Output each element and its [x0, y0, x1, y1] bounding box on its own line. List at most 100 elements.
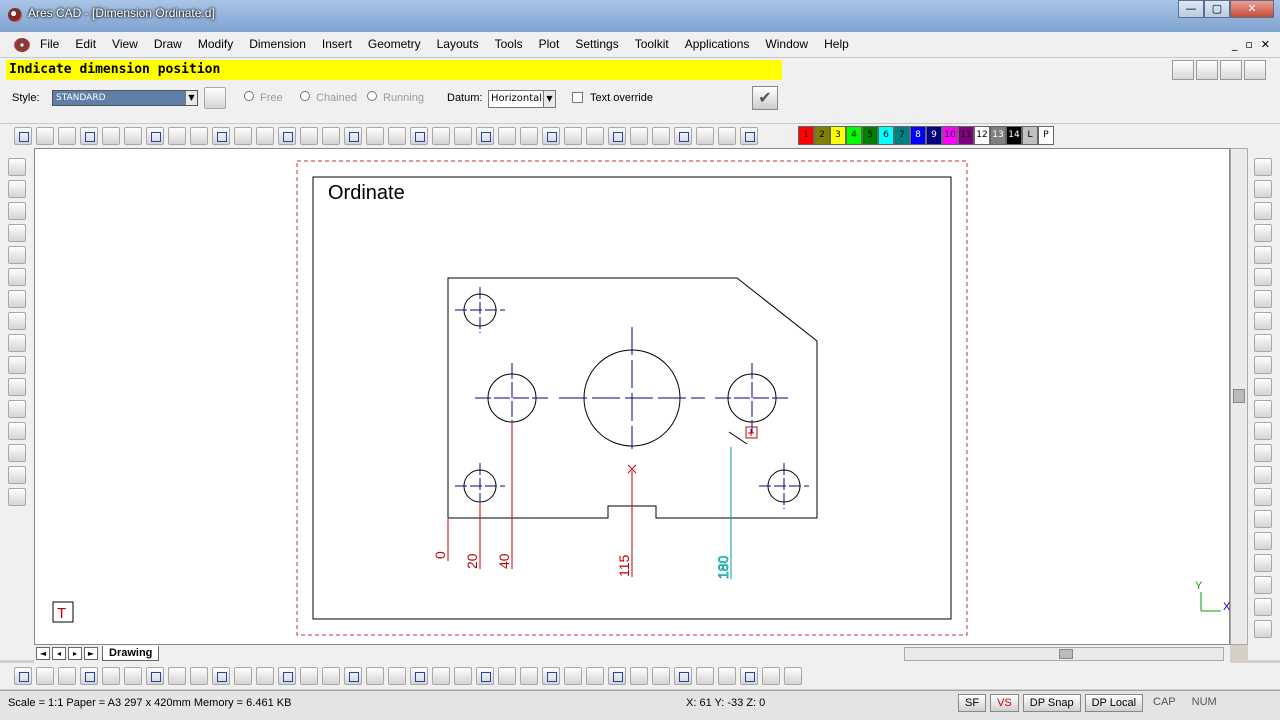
snap-tool-icon[interactable] — [212, 667, 230, 685]
tab-last-button[interactable]: ► — [84, 647, 98, 660]
render-icon[interactable] — [1172, 60, 1194, 80]
modify-tool-icon[interactable] — [1254, 466, 1272, 484]
menu-insert[interactable]: Insert — [322, 37, 360, 51]
menu-help[interactable]: Help — [824, 37, 857, 51]
menu-view[interactable]: View — [112, 37, 146, 51]
toolbar-tool-icon[interactable] — [696, 127, 714, 145]
snap-tool-icon[interactable] — [696, 667, 714, 685]
dimension-label-20[interactable]: 20 — [464, 553, 480, 569]
doc-minimize-button[interactable]: _ — [1232, 38, 1238, 51]
modify-tool-icon[interactable] — [1254, 422, 1272, 440]
snap-tool-icon[interactable] — [190, 667, 208, 685]
color-swatch[interactable]: 4 — [846, 126, 862, 145]
toolbar-tool-icon[interactable] — [564, 127, 582, 145]
toolbar-tool-icon[interactable] — [410, 127, 428, 145]
tab-next-button[interactable]: ▸ — [68, 647, 82, 660]
snap-tool-icon[interactable] — [630, 667, 648, 685]
toolbar-tool-icon[interactable] — [58, 127, 76, 145]
dp-snap-toggle[interactable]: DP Snap — [1022, 694, 1081, 712]
color-swatch[interactable]: 6 — [878, 126, 894, 145]
menu-settings[interactable]: Settings — [575, 37, 626, 51]
modify-tool-icon[interactable] — [1254, 532, 1272, 550]
snap-tool-icon[interactable] — [366, 667, 384, 685]
hole-center[interactable] — [559, 327, 705, 449]
toolbar-tool-icon[interactable] — [630, 127, 648, 145]
snap-tool-icon[interactable] — [784, 667, 802, 685]
snap-tool-icon[interactable] — [102, 667, 120, 685]
modify-tool-icon[interactable] — [1254, 290, 1272, 308]
menu-geometry[interactable]: Geometry — [368, 37, 429, 51]
snap-tool-icon[interactable] — [718, 667, 736, 685]
snap-tool-icon[interactable] — [36, 667, 54, 685]
snap-tool-icon[interactable] — [564, 667, 582, 685]
modify-tool-icon[interactable] — [1254, 268, 1272, 286]
modify-tool-icon[interactable] — [1254, 246, 1272, 264]
vertical-scrollbar[interactable] — [1230, 148, 1248, 645]
toolbar-tool-icon[interactable] — [344, 127, 362, 145]
snap-tool-icon[interactable] — [58, 667, 76, 685]
modify-tool-icon[interactable] — [1254, 312, 1272, 330]
color-swatch[interactable]: L — [1022, 126, 1038, 145]
draw-tool-icon[interactable] — [8, 290, 26, 308]
running-radio[interactable] — [367, 91, 377, 101]
modify-tool-icon[interactable] — [1254, 158, 1272, 176]
document-menu-icon[interactable] — [14, 38, 30, 52]
draw-tool-icon[interactable] — [8, 378, 26, 396]
draw-tool-icon[interactable] — [8, 400, 26, 418]
dimension-label-40[interactable]: 40 — [496, 553, 512, 569]
modify-tool-icon[interactable] — [1254, 620, 1272, 638]
dp-local-toggle[interactable]: DP Local — [1084, 694, 1144, 712]
toolbar-tool-icon[interactable] — [718, 127, 736, 145]
toolbar-tool-icon[interactable] — [278, 127, 296, 145]
toolbar-tool-icon[interactable] — [432, 127, 450, 145]
snap-tool-icon[interactable] — [476, 667, 494, 685]
toolbar-tool-icon[interactable] — [542, 127, 560, 145]
snap-tool-icon[interactable] — [124, 667, 142, 685]
maximize-button[interactable]: ▢ — [1204, 0, 1230, 18]
menu-applications[interactable]: Applications — [685, 37, 758, 51]
close-button[interactable]: ✕ — [1230, 0, 1274, 18]
toolbar-tool-icon[interactable] — [476, 127, 494, 145]
snap-tool-icon[interactable] — [542, 667, 560, 685]
menu-edit[interactable]: Edit — [75, 37, 104, 51]
toolbar-tool-icon[interactable] — [102, 127, 120, 145]
color-swatch[interactable]: 8 — [910, 126, 926, 145]
toolbar-tool-icon[interactable] — [36, 127, 54, 145]
snap-tool-icon[interactable] — [432, 667, 450, 685]
snap-tool-icon[interactable] — [388, 667, 406, 685]
orbit-icon[interactable] — [1220, 60, 1242, 80]
snap-tool-icon[interactable] — [740, 667, 758, 685]
toolbar-tool-icon[interactable] — [124, 127, 142, 145]
toolbar-tool-icon[interactable] — [652, 127, 670, 145]
color-swatch[interactable]: 12 — [974, 126, 990, 145]
draw-tool-icon[interactable] — [8, 246, 26, 264]
snap-tool-icon[interactable] — [234, 667, 252, 685]
modify-tool-icon[interactable] — [1254, 224, 1272, 242]
color-swatch[interactable]: 10 — [942, 126, 958, 145]
text-override-checkbox[interactable] — [572, 92, 583, 103]
doc-close-button[interactable]: ✕ — [1261, 38, 1270, 51]
snap-tool-icon[interactable] — [14, 667, 32, 685]
sf-toggle[interactable]: SF — [958, 694, 987, 712]
hole-top-left[interactable] — [455, 287, 505, 333]
modify-tool-icon[interactable] — [1254, 488, 1272, 506]
toolbar-tool-icon[interactable] — [674, 127, 692, 145]
color-swatch[interactable]: 9 — [926, 126, 942, 145]
snap-tool-icon[interactable] — [278, 667, 296, 685]
draw-tool-icon[interactable] — [8, 158, 26, 176]
color-swatch[interactable]: 3 — [830, 126, 846, 145]
app-logo-icon[interactable] — [8, 8, 22, 22]
toolbar-tool-icon[interactable] — [190, 127, 208, 145]
dimension-label-0[interactable]: 0 — [432, 551, 448, 559]
draw-tool-icon[interactable] — [8, 488, 26, 506]
hole-bottom-right[interactable] — [759, 463, 809, 509]
edit-icon[interactable] — [1244, 60, 1266, 80]
modify-tool-icon[interactable] — [1254, 510, 1272, 528]
tab-first-button[interactable]: ◄ — [36, 647, 50, 660]
modify-tool-icon[interactable] — [1254, 202, 1272, 220]
horizontal-scrollbar[interactable] — [904, 647, 1224, 661]
draw-tool-icon[interactable] — [8, 312, 26, 330]
toolbar-tool-icon[interactable] — [608, 127, 626, 145]
menu-draw[interactable]: Draw — [154, 37, 190, 51]
modify-tool-icon[interactable] — [1254, 334, 1272, 352]
